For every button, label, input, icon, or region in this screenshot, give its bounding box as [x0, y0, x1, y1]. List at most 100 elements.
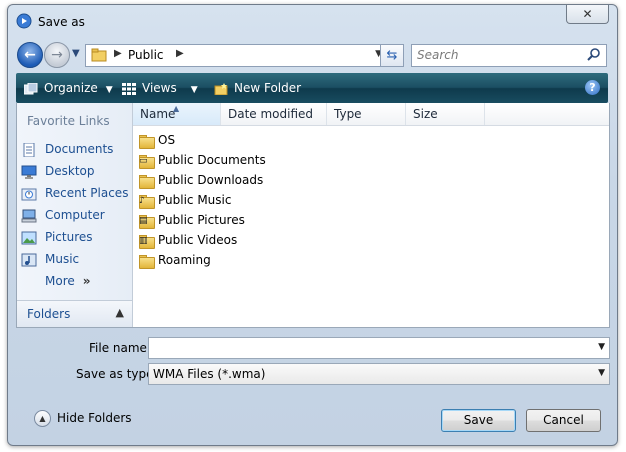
sidebar-item-computer[interactable]: Computer [21, 205, 131, 225]
list-item[interactable]: ♪ Public Music [139, 190, 231, 210]
folder-icon [139, 134, 155, 149]
folder-videos-icon: ▥ [139, 234, 155, 249]
forward-arrow-icon: → [51, 47, 63, 63]
column-header-type[interactable]: Type [327, 103, 406, 125]
favorite-links-header: Favorite Links [27, 114, 110, 128]
breadcrumb-arrow-icon[interactable]: ▶ [176, 48, 184, 59]
media-player-icon [16, 13, 32, 29]
column-header-row: ▲ Name Date modified Type Size [133, 103, 609, 126]
sidebar-item-label: Documents [45, 142, 114, 156]
file-name: Public Music [158, 193, 232, 207]
computer-icon [21, 209, 37, 222]
documents-icon [23, 142, 35, 157]
list-item[interactable]: ▭ Public Documents [139, 150, 266, 170]
list-item[interactable]: ▤ Public Pictures [139, 210, 245, 230]
close-icon: ✕ [582, 7, 593, 21]
folder-icon [139, 254, 155, 269]
refresh-button[interactable]: ⇆ [380, 44, 404, 67]
sidebar-item-pictures[interactable]: Pictures [21, 227, 131, 247]
save-as-type-select[interactable]: WMA Files (*.wma) ▼ [148, 363, 610, 385]
address-bar[interactable]: ▶ Public ▶ ▼ [85, 44, 387, 67]
breadcrumb-arrow-icon[interactable]: ▶ [114, 48, 122, 59]
views-label: Views [142, 81, 177, 95]
sidebar-item-label: Recent Places [45, 186, 129, 200]
music-icon [21, 253, 37, 266]
sidebar-item-label: Computer [45, 208, 105, 222]
views-button[interactable]: Views ▼ [122, 73, 198, 103]
save-options-area: File name: ▼ Save as type: WMA Files (*.… [16, 331, 610, 441]
new-folder-button[interactable]: New Folder [214, 73, 301, 103]
close-button[interactable]: ✕ [566, 5, 609, 24]
sidebar-item-music[interactable]: Music [21, 249, 131, 269]
column-header-size[interactable]: Size [406, 103, 485, 125]
breadcrumb-public[interactable]: Public [128, 48, 164, 62]
sidebar-item-recent-places[interactable]: Recent Places [21, 183, 131, 203]
desktop-icon [21, 165, 37, 179]
organize-dropdown-icon: ▼ [105, 85, 113, 95]
hide-folders-label: Hide Folders [57, 411, 132, 425]
help-icon[interactable]: ? [585, 80, 600, 95]
search-icon[interactable] [587, 47, 601, 61]
file-name-label: File name: [89, 341, 151, 355]
file-name: Public Pictures [158, 213, 245, 227]
folders-label: Folders [27, 307, 71, 321]
save-as-dialog: Save as ✕ ← → ▼ ▶ Public ▶ ▼ ⇆ Search Or… [7, 4, 618, 446]
history-dropdown-icon[interactable]: ▼ [72, 48, 80, 59]
save-as-type-dropdown-icon[interactable]: ▼ [598, 368, 605, 378]
file-name: Public Downloads [158, 173, 264, 187]
sidebar-item-desktop[interactable]: Desktop [21, 161, 131, 181]
cancel-button[interactable]: Cancel [526, 409, 601, 432]
title-bar: Save as ✕ [8, 5, 617, 39]
more-arrow-icon: » [82, 274, 91, 288]
command-toolbar: Organize ▼ Views ▼ New Folder ? [16, 73, 608, 103]
search-input[interactable]: Search [411, 44, 607, 67]
new-folder-icon [214, 82, 228, 95]
navigation-pane: Favorite Links Documents Desktop Recent … [17, 103, 133, 327]
folder-icon [91, 48, 107, 62]
list-item[interactable]: OS [139, 130, 175, 150]
navigation-bar: ← → ▼ ▶ Public ▶ ▼ ⇆ Search [8, 39, 617, 69]
folder-pictures-icon: ▤ [139, 214, 155, 229]
save-as-type-value: WMA Files (*.wma) [153, 367, 266, 381]
refresh-icon: ⇆ [386, 48, 398, 63]
column-header-name[interactable]: ▲ Name [133, 103, 221, 125]
sidebar-item-documents[interactable]: Documents [21, 139, 131, 159]
folder-documents-icon: ▭ [139, 154, 155, 169]
save-button[interactable]: Save [441, 409, 516, 432]
column-header-label: Name [140, 107, 176, 121]
file-name-field[interactable]: ▼ [148, 337, 610, 359]
folders-toggle[interactable]: Folders ▲ [17, 300, 132, 327]
folder-music-icon: ♪ [139, 194, 155, 209]
new-folder-label: New Folder [234, 81, 302, 95]
sidebar-item-label: Desktop [45, 164, 95, 178]
browser-pane: Favorite Links Documents Desktop Recent … [16, 103, 610, 328]
forward-button[interactable]: → [44, 42, 70, 68]
hide-folders-button[interactable]: ▲ Hide Folders [34, 409, 132, 427]
organize-icon [24, 82, 38, 94]
pictures-icon [21, 231, 37, 244]
folder-icon [139, 174, 155, 189]
file-name: Public Videos [158, 233, 238, 247]
list-item[interactable]: Public Downloads [139, 170, 263, 190]
file-name: OS [158, 133, 176, 147]
list-item[interactable]: Roaming [139, 250, 211, 270]
organize-button[interactable]: Organize ▼ [24, 73, 113, 103]
save-as-type-label: Save as type: [76, 367, 158, 381]
file-list: ▲ Name Date modified Type Size OS ▭ Publi… [133, 103, 609, 327]
sort-ascending-icon: ▲ [173, 104, 180, 113]
file-name-dropdown-icon[interactable]: ▼ [598, 342, 605, 352]
column-header-label: Date modified [228, 107, 314, 121]
organize-label: Organize [44, 81, 98, 95]
file-name: Public Documents [158, 153, 266, 167]
back-button[interactable]: ← [17, 42, 43, 68]
window-title: Save as [38, 15, 85, 29]
sidebar-more-link[interactable]: More » [45, 271, 129, 291]
file-name: Roaming [158, 253, 211, 267]
search-placeholder: Search [417, 48, 459, 62]
back-arrow-icon: ← [24, 47, 36, 63]
list-item[interactable]: ▥ Public Videos [139, 230, 237, 250]
sidebar-item-label: Pictures [45, 230, 93, 244]
more-label: More [45, 274, 75, 288]
views-dropdown-icon: ▼ [190, 85, 198, 95]
column-header-date-modified[interactable]: Date modified [221, 103, 327, 125]
